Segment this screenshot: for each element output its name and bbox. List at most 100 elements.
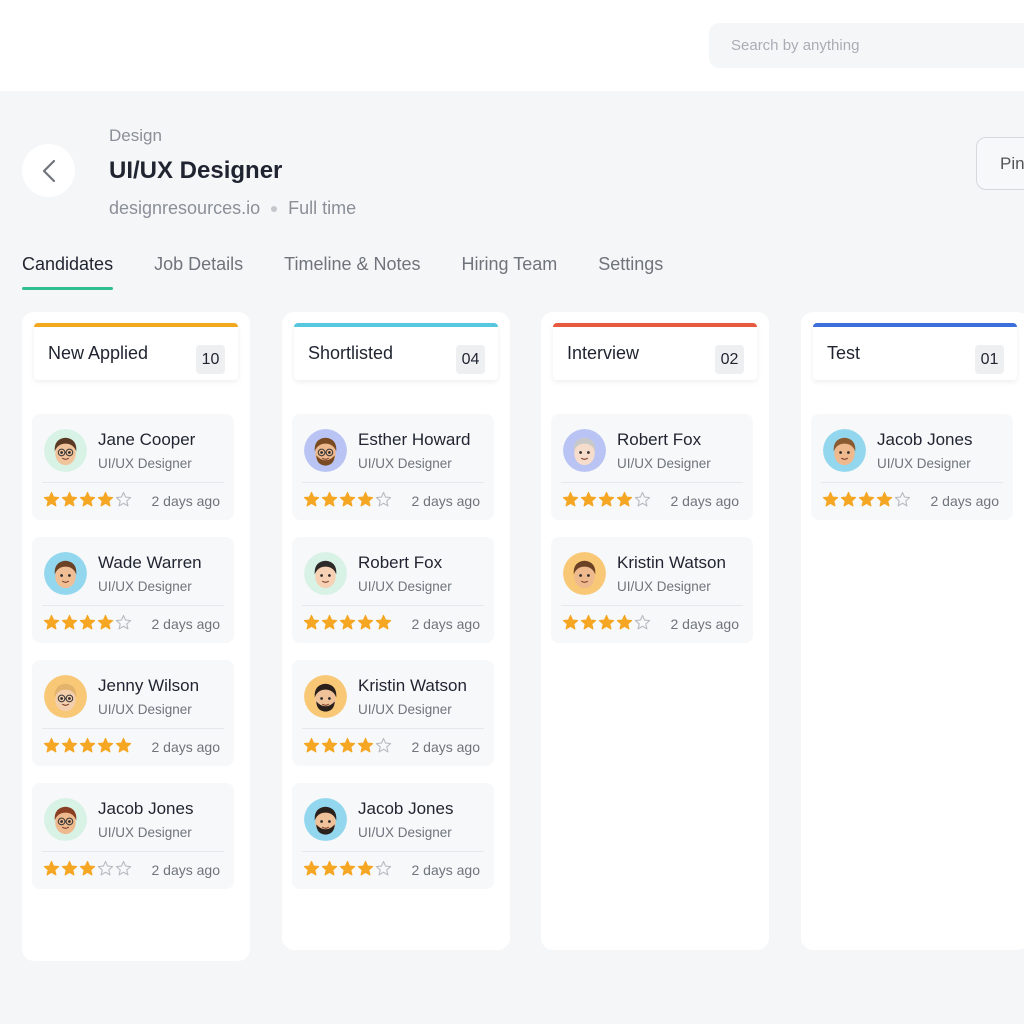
applied-time: 2 days ago	[151, 493, 221, 509]
column-count-badge: 10	[196, 345, 225, 374]
candidate-card[interactable]: Robert Fox UI/UX Designer 2 days ago	[292, 537, 494, 643]
star-filled-icon	[97, 491, 114, 507]
candidate-card[interactable]: Robert Fox UI/UX Designer 2 days ago	[551, 414, 753, 520]
employment-type: Full time	[288, 198, 357, 218]
tab-job-details[interactable]: Job Details	[154, 248, 243, 290]
candidate-card[interactable]: Jacob Jones UI/UX Designer 2 days ago	[292, 783, 494, 889]
candidate-card[interactable]: Jacob Jones UI/UX Designer 2 days ago	[811, 414, 1013, 520]
applied-time: 2 days ago	[670, 616, 740, 632]
star-filled-icon	[321, 614, 338, 630]
column-test: Test 01 Jacob Jones UI/UX Designer 2 days …	[801, 312, 1024, 950]
star-empty-icon	[115, 491, 132, 507]
divider	[302, 851, 484, 852]
column-shortlisted: Shortlisted 04 Esther Howard UI/UX Design…	[282, 312, 510, 950]
tab-bar: Candidates Job Details Timeline & Notes …	[22, 248, 704, 290]
candidate-role: UI/UX Designer	[358, 456, 452, 471]
star-filled-icon	[598, 614, 615, 630]
column-header: Interview 02	[553, 323, 757, 380]
candidate-role: UI/UX Designer	[358, 702, 452, 717]
search-input[interactable]	[709, 23, 1024, 68]
applied-time: 2 days ago	[151, 739, 221, 755]
star-empty-icon	[115, 614, 132, 630]
tab-timeline-notes[interactable]: Timeline & Notes	[284, 248, 420, 290]
star-rating	[303, 860, 393, 877]
star-empty-icon	[894, 491, 911, 507]
star-filled-icon	[303, 860, 320, 876]
candidate-card[interactable]: Jenny Wilson UI/UX Designer 2 days ago	[32, 660, 234, 766]
divider	[561, 482, 743, 483]
column-header: New Applied 10	[34, 323, 238, 380]
column-title: Test	[827, 343, 861, 363]
search-box[interactable]	[709, 23, 1024, 68]
star-filled-icon	[61, 860, 78, 876]
candidate-card[interactable]: Esther Howard UI/UX Designer 2 days ago	[292, 414, 494, 520]
avatar	[304, 552, 347, 595]
tab-hiring-team[interactable]: Hiring Team	[462, 248, 558, 290]
candidate-card[interactable]: Kristin Watson UI/UX Designer 2 days ago	[551, 537, 753, 643]
star-filled-icon	[357, 491, 374, 507]
candidate-name: Robert Fox	[358, 553, 443, 572]
avatar	[563, 552, 606, 595]
column-header: Shortlisted 04	[294, 323, 498, 380]
star-filled-icon	[858, 491, 875, 507]
star-empty-icon	[97, 860, 114, 876]
star-rating	[562, 614, 652, 631]
separator-dot	[271, 205, 278, 212]
applied-time: 2 days ago	[670, 493, 740, 509]
candidate-name: Jacob Jones	[358, 799, 454, 818]
divider	[561, 605, 743, 606]
star-filled-icon	[321, 737, 338, 753]
star-filled-icon	[339, 491, 356, 507]
candidate-role: UI/UX Designer	[617, 579, 711, 594]
candidate-card[interactable]: Wade Warren UI/UX Designer 2 days ago	[32, 537, 234, 643]
avatar	[304, 675, 347, 718]
star-filled-icon	[598, 491, 615, 507]
candidate-role: UI/UX Designer	[98, 579, 192, 594]
star-filled-icon	[97, 737, 114, 753]
star-filled-icon	[303, 614, 320, 630]
candidate-role: UI/UX Designer	[877, 456, 971, 471]
column-title: Shortlisted	[308, 343, 394, 363]
company-link[interactable]: designresources.io	[109, 198, 260, 219]
candidate-card[interactable]: Jane Cooper UI/UX Designer 2 days ago	[32, 414, 234, 520]
star-rating	[43, 614, 133, 631]
candidate-card[interactable]: Kristin Watson UI/UX Designer 2 days ago	[292, 660, 494, 766]
tab-candidates[interactable]: Candidates	[22, 248, 114, 290]
star-filled-icon	[357, 737, 374, 753]
star-empty-icon	[115, 860, 132, 876]
back-button[interactable]	[22, 144, 75, 197]
candidate-card[interactable]: Jacob Jones UI/UX Designer 2 days ago	[32, 783, 234, 889]
candidate-role: UI/UX Designer	[358, 825, 452, 840]
star-filled-icon	[303, 491, 320, 507]
star-filled-icon	[357, 860, 374, 876]
divider	[42, 728, 224, 729]
star-rating	[822, 491, 912, 508]
star-filled-icon	[562, 614, 579, 630]
star-empty-icon	[375, 860, 392, 876]
column-interview: Interview 02 Robert Fox UI/UX Designer 2 d…	[541, 312, 769, 950]
star-rating	[303, 737, 393, 754]
divider	[302, 482, 484, 483]
column-title: Interview	[567, 343, 640, 363]
candidate-name: Jane Cooper	[98, 430, 196, 449]
candidate-name: Kristin Watson	[358, 676, 467, 695]
column-color-bar	[813, 323, 1017, 327]
column-title: New Applied	[48, 343, 149, 363]
star-filled-icon	[562, 491, 579, 507]
star-filled-icon	[43, 737, 60, 753]
star-rating	[43, 737, 133, 754]
candidate-name: Robert Fox	[617, 430, 702, 449]
star-filled-icon	[97, 614, 114, 630]
pin-button[interactable]: Pin	[976, 137, 1024, 190]
candidate-name: Wade Warren	[98, 553, 202, 572]
star-rating	[562, 491, 652, 508]
star-filled-icon	[61, 491, 78, 507]
star-empty-icon	[634, 491, 651, 507]
star-filled-icon	[616, 491, 633, 507]
applied-time: 2 days ago	[411, 862, 481, 878]
star-filled-icon	[375, 614, 392, 630]
star-filled-icon	[840, 491, 857, 507]
tab-settings[interactable]: Settings	[598, 248, 663, 290]
divider	[302, 605, 484, 606]
star-filled-icon	[303, 737, 320, 753]
